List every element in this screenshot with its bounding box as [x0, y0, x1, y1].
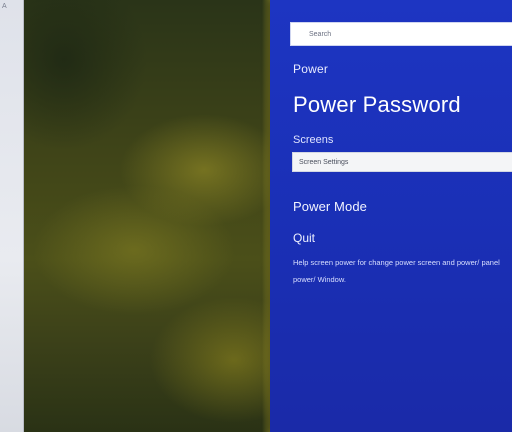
screen-settings-combo[interactable]: Screen Settings: [292, 152, 512, 172]
description-text: Help screen power for change power scree…: [293, 258, 500, 284]
page-title: Power Password: [293, 92, 461, 117]
rail-mark: A: [2, 3, 7, 10]
settings-panel: Search Power Power Password Screens Scre…: [270, 0, 512, 432]
power-mode-heading: Power Mode: [293, 199, 367, 214]
desktop-wallpaper: [24, 0, 272, 432]
panel-small-label: Power: [293, 62, 329, 76]
search-input[interactable]: Search: [290, 22, 512, 46]
search-placeholder: Search: [309, 30, 332, 38]
combo-value: Screen Settings: [299, 158, 349, 166]
left-rail: A: [0, 0, 24, 432]
screens-label: Screens: [293, 134, 334, 146]
quit-link[interactable]: Quit: [293, 231, 315, 245]
